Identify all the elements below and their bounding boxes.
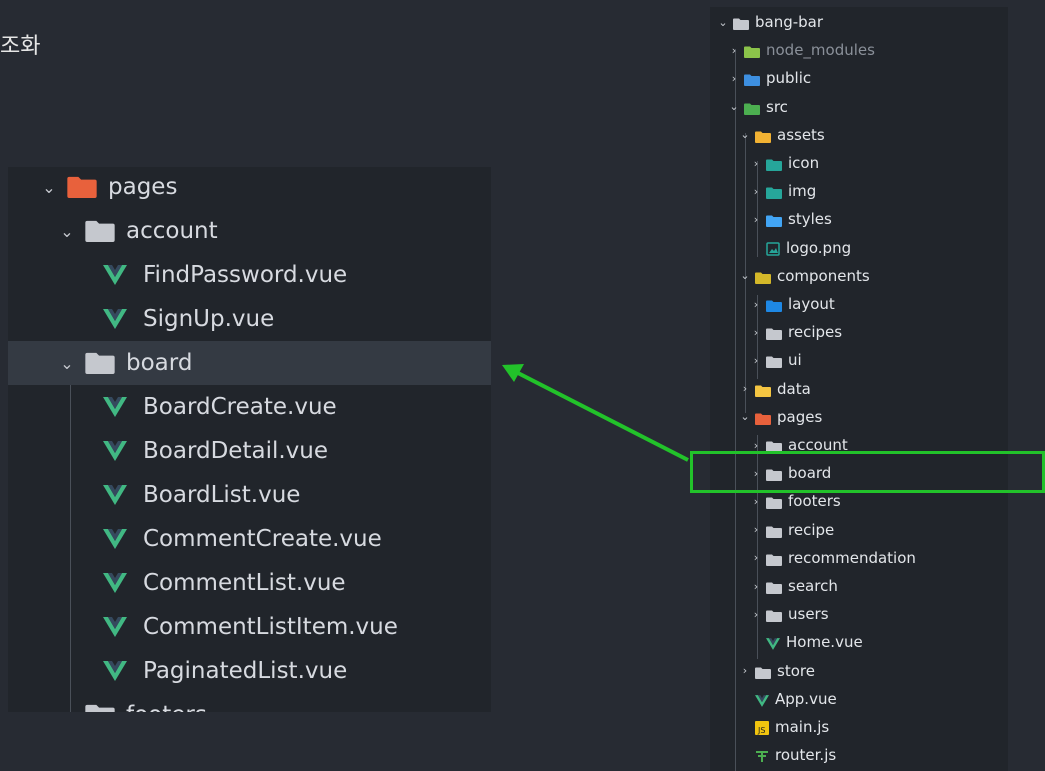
pointer-arrow: [502, 364, 689, 462]
